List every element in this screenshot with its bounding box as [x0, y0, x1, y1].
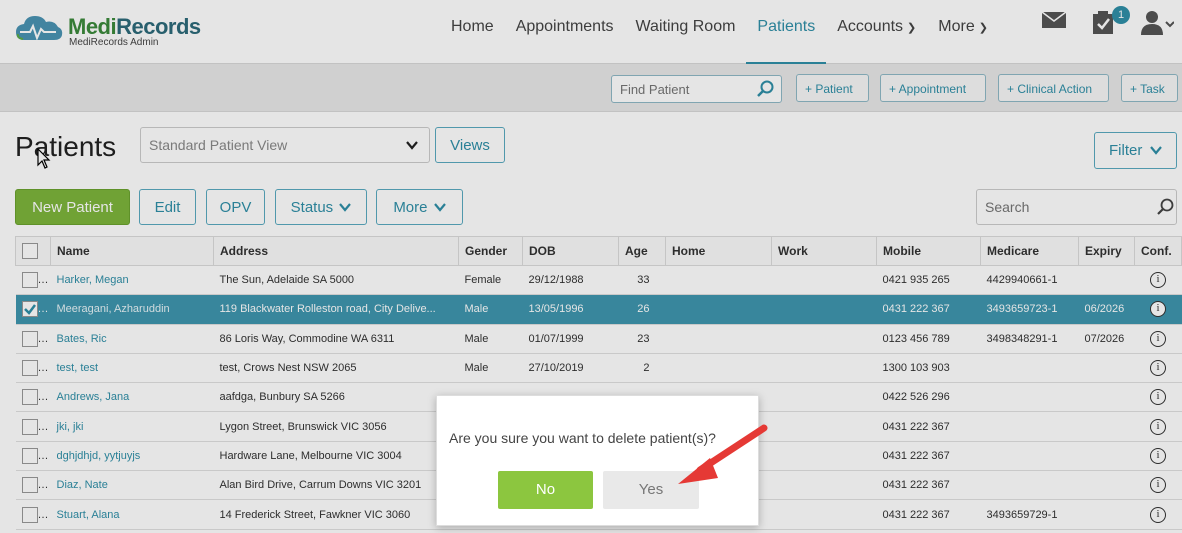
no-button[interactable]: No — [498, 471, 593, 509]
annotation-arrow-icon — [678, 424, 768, 484]
